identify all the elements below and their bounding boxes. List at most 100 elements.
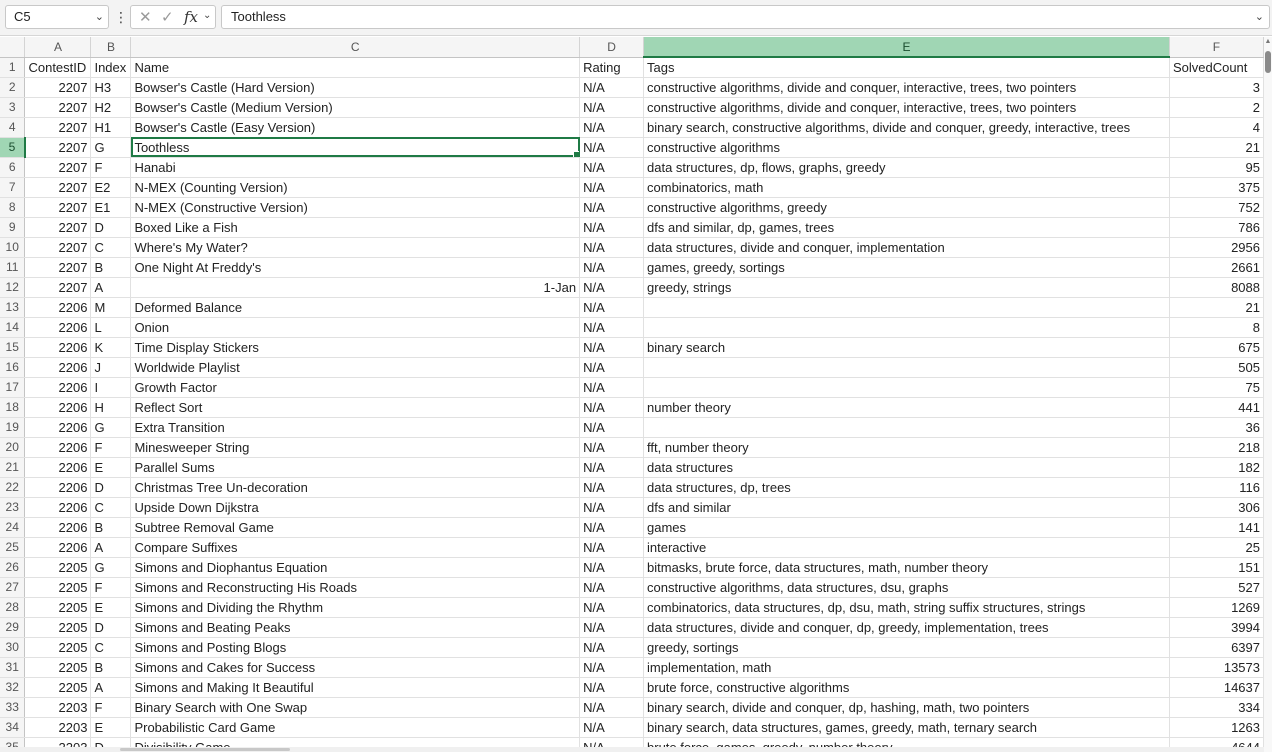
cell-solved-count[interactable]: 2661 [1169, 257, 1264, 278]
cell-name[interactable]: Upside Down Dijkstra [130, 497, 581, 518]
cell-name[interactable]: One Night At Freddy's [130, 257, 581, 278]
cell-rating[interactable]: N/A [579, 237, 645, 258]
cell-rating[interactable]: N/A [579, 457, 645, 478]
cell-contest-id[interactable]: 2205 [24, 617, 92, 638]
cell-rating[interactable]: N/A [579, 517, 645, 538]
cell-name[interactable]: Binary Search with One Swap [130, 697, 581, 718]
cell-rating[interactable]: N/A [579, 337, 645, 358]
cell-solved-count[interactable]: 182 [1169, 457, 1264, 478]
cell-index[interactable]: C [90, 237, 132, 258]
cell-solved-count[interactable]: 2 [1169, 97, 1264, 118]
cell-solved-count[interactable]: 218 [1169, 437, 1264, 458]
cell-tags[interactable]: dfs and similar, dp, games, trees [643, 217, 1170, 238]
cell-contest-id[interactable]: 2206 [24, 497, 92, 518]
row-header[interactable]: 1 [0, 57, 26, 78]
row-header[interactable]: 17 [0, 377, 26, 398]
cell-solved-count[interactable]: 306 [1169, 497, 1264, 518]
insert-function-icon[interactable]: fx [184, 8, 198, 26]
cell-name[interactable]: Simons and Cakes for Success [130, 657, 581, 678]
row-header[interactable]: 29 [0, 617, 26, 638]
cell-contest-id[interactable]: 2206 [24, 437, 92, 458]
cell-index[interactable]: I [90, 377, 132, 398]
cell-index[interactable]: B [90, 657, 132, 678]
cell-rating[interactable]: N/A [579, 357, 645, 378]
cell-name[interactable]: N-MEX (Counting Version) [130, 177, 581, 198]
cell-index[interactable]: J [90, 357, 132, 378]
cell-index[interactable]: B [90, 257, 132, 278]
cell-rating[interactable]: N/A [579, 257, 645, 278]
cell-rating[interactable]: N/A [579, 557, 645, 578]
row-header[interactable]: 10 [0, 237, 26, 258]
cell-tags[interactable]: constructive algorithms, data structures… [643, 577, 1170, 598]
cell-contest-id[interactable]: 2206 [24, 397, 92, 418]
column-header-e[interactable]: E [643, 37, 1170, 58]
cell-index[interactable]: F [90, 697, 132, 718]
row-header[interactable]: 18 [0, 397, 26, 418]
cell-tags[interactable] [643, 297, 1170, 318]
cell-name[interactable]: N-MEX (Constructive Version) [130, 197, 581, 218]
cell-tags[interactable] [643, 417, 1170, 438]
cell-solved-count[interactable]: 6397 [1169, 637, 1264, 658]
cell-contest-id[interactable]: 2206 [24, 477, 92, 498]
row-header[interactable]: 7 [0, 177, 26, 198]
cell-tags[interactable] [643, 357, 1170, 378]
cell-contest-id[interactable]: 2207 [24, 257, 92, 278]
cell-solved-count[interactable]: 95 [1169, 157, 1264, 178]
cell-contest-id[interactable]: 2206 [24, 357, 92, 378]
cell-rating[interactable]: N/A [579, 197, 645, 218]
chevron-down-icon[interactable]: ⌄ [203, 10, 211, 21]
cell-rating[interactable]: N/A [579, 417, 645, 438]
cell-solved-count[interactable]: 786 [1169, 217, 1264, 238]
cell-solved-count[interactable]: 8 [1169, 317, 1264, 338]
expand-formula-icon[interactable]: ⌄ [1255, 6, 1264, 28]
header-cell[interactable]: Rating [579, 57, 645, 78]
row-header[interactable]: 26 [0, 557, 26, 578]
cell-tags[interactable]: dfs and similar [643, 497, 1170, 518]
header-cell[interactable]: ContestID [24, 57, 92, 78]
cell-rating[interactable]: N/A [579, 617, 645, 638]
cell-tags[interactable]: brute force, constructive algorithms [643, 677, 1170, 698]
cell-index[interactable]: A [90, 277, 132, 298]
cancel-icon[interactable]: ✕ [139, 8, 152, 26]
cell-name[interactable]: Onion [130, 317, 581, 338]
cell-rating[interactable]: N/A [579, 77, 645, 98]
cell-tags[interactable]: implementation, math [643, 657, 1170, 678]
cell-name[interactable]: Simons and Posting Blogs [130, 637, 581, 658]
row-header[interactable]: 13 [0, 297, 26, 318]
cell-tags[interactable]: binary search, divide and conquer, dp, h… [643, 697, 1170, 718]
cell-index[interactable]: G [90, 417, 132, 438]
cell-index[interactable]: A [90, 677, 132, 698]
cell-name[interactable]: Simons and Diophantus Equation [130, 557, 581, 578]
cell-contest-id[interactable]: 2205 [24, 657, 92, 678]
cell-rating[interactable]: N/A [579, 277, 645, 298]
scroll-up-icon[interactable]: ▲ [1264, 37, 1272, 47]
more-options-icon[interactable]: ⋮ [114, 9, 128, 27]
cell-tags[interactable]: constructive algorithms, divide and conq… [643, 77, 1170, 98]
column-header-b[interactable]: B [90, 37, 132, 58]
cell-rating[interactable]: N/A [579, 697, 645, 718]
cell-rating[interactable]: N/A [579, 157, 645, 178]
cell-tags[interactable]: greedy, sortings [643, 637, 1170, 658]
cell-contest-id[interactable]: 2206 [24, 517, 92, 538]
row-header[interactable]: 3 [0, 97, 26, 118]
row-header[interactable]: 30 [0, 637, 26, 658]
cell-rating[interactable]: N/A [579, 177, 645, 198]
column-header-f[interactable]: F [1169, 37, 1264, 58]
cell-rating[interactable]: N/A [579, 377, 645, 398]
cell-contest-id[interactable]: 2207 [24, 97, 92, 118]
cell-name[interactable]: Extra Transition [130, 417, 581, 438]
row-header[interactable]: 12 [0, 277, 26, 298]
cell-rating[interactable]: N/A [579, 317, 645, 338]
cell-name[interactable]: Time Display Stickers [130, 337, 581, 358]
cell-tags[interactable]: greedy, strings [643, 277, 1170, 298]
cell-solved-count[interactable]: 8088 [1169, 277, 1264, 298]
cell-contest-id[interactable]: 2206 [24, 297, 92, 318]
cell-solved-count[interactable]: 25 [1169, 537, 1264, 558]
cell-index[interactable]: L [90, 317, 132, 338]
row-header[interactable]: 20 [0, 437, 26, 458]
row-header[interactable]: 31 [0, 657, 26, 678]
row-header[interactable]: 34 [0, 717, 26, 738]
row-header[interactable]: 9 [0, 217, 26, 238]
cell-solved-count[interactable]: 505 [1169, 357, 1264, 378]
cell-tags[interactable]: games [643, 517, 1170, 538]
